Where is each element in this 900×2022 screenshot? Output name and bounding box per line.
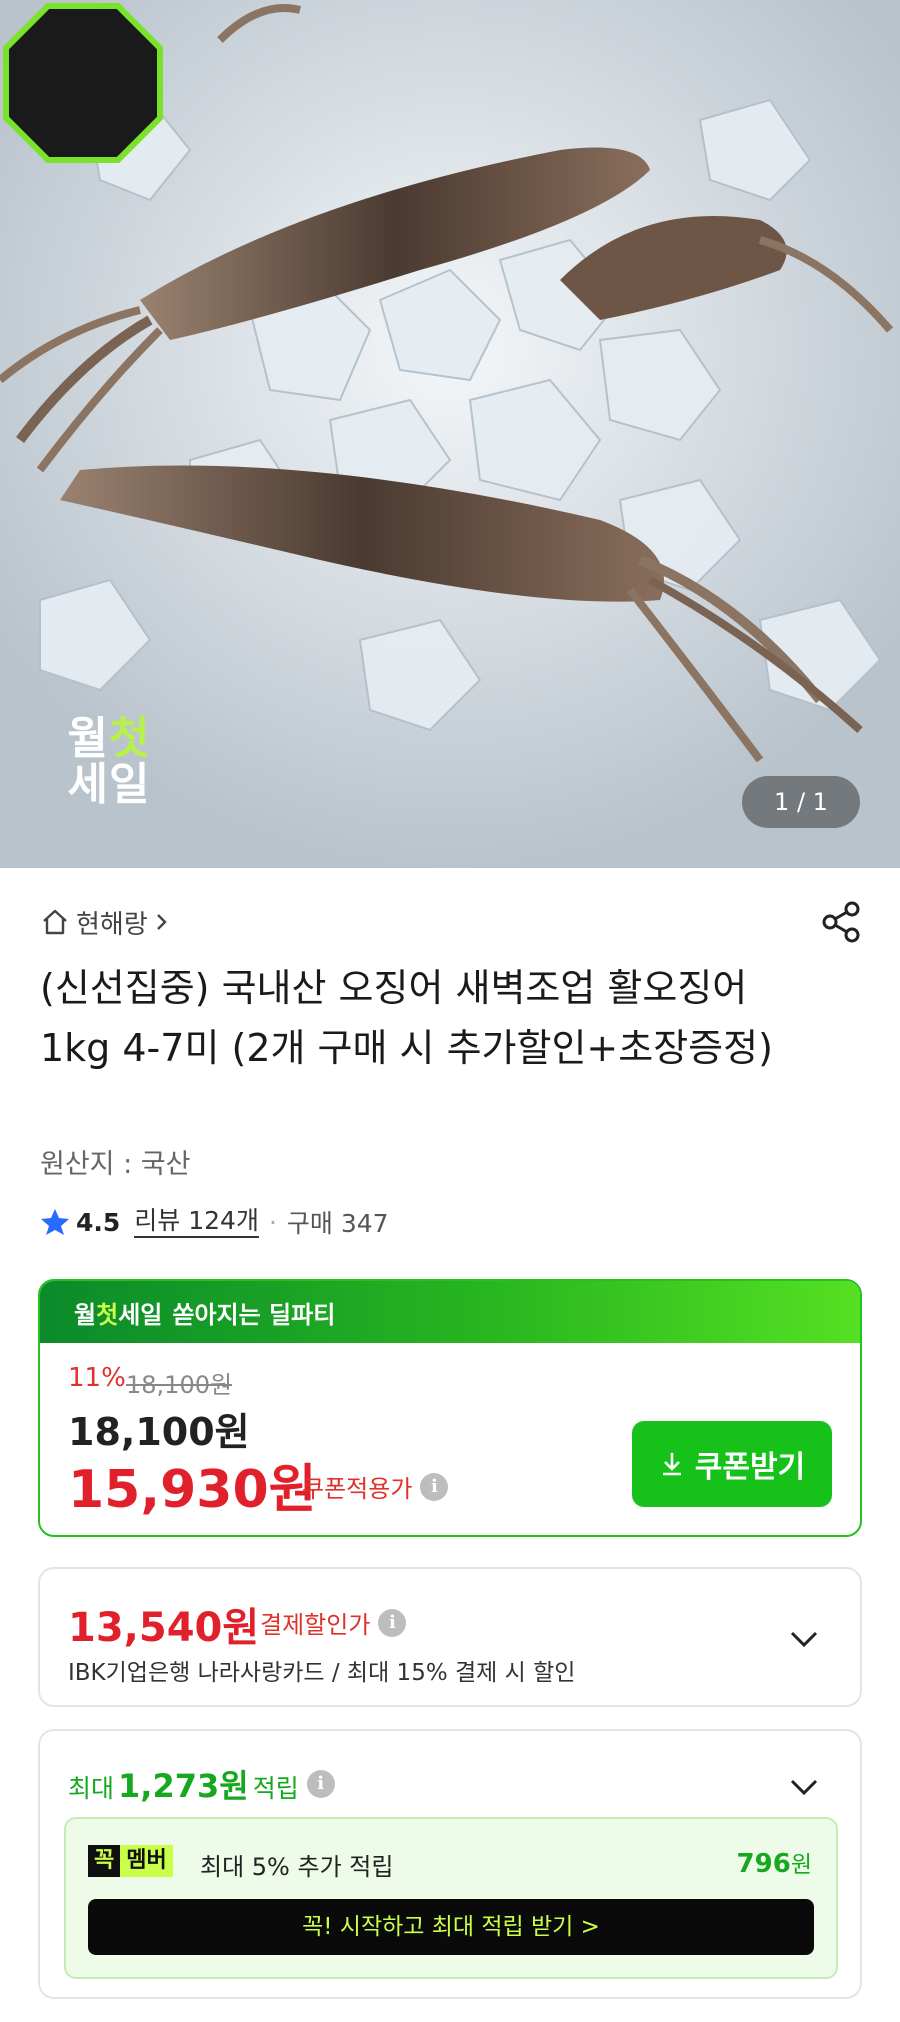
discount-percent: 11% [68, 1363, 126, 1393]
member-points-amount: 796원 [736, 1849, 812, 1879]
badge-text-sale: 세일 [67, 759, 151, 810]
member-badge: 꼭 멤버 [88, 1845, 173, 1877]
deal-header: 월 첫 세일 쏟아지는 딜파티 [40, 1281, 860, 1343]
chevron-right-icon [156, 914, 167, 930]
get-coupon-label: 쿠폰받기 [694, 1450, 806, 1485]
share-icon[interactable] [820, 900, 864, 944]
info-icon[interactable]: i [420, 1472, 449, 1501]
chevron-down-icon[interactable] [786, 1621, 822, 1657]
card-discount-section[interactable]: 13,540원 결제할인가 i IBK기업은행 나라사랑카드 / 최대 15% … [38, 1567, 862, 1707]
monthly-first-sale-badge [3, 3, 163, 163]
deal-box: 월 첫 세일 쏟아지는 딜파티 11% 18,100원 18,100원 15,930… [38, 1279, 862, 1537]
start-member-button[interactable]: 꼭! 시작하고 최대 적립 받기 > [88, 1899, 814, 1955]
badge-text-first: 첫 [109, 713, 151, 764]
card-discount-description: IBK기업은행 나라사랑카드 / 최대 15% 결제 시 할인 [68, 1660, 576, 1686]
info-icon[interactable]: i [306, 1770, 335, 1798]
separator-dot: · [268, 1207, 277, 1237]
coupon-price-label: 쿠폰적용가 i [302, 1469, 449, 1504]
rating-row: 4.5 리뷰 124개 · 구매 347 [40, 1204, 389, 1240]
rating-score: 4.5 [76, 1207, 121, 1237]
chevron-down-icon[interactable] [786, 1769, 822, 1805]
points-suffix: 적립 [252, 1774, 299, 1803]
product-origin: 원산지 : 국산 [40, 1149, 191, 1180]
member-extra-points-text: 최대 5% 추가 적립 [200, 1853, 394, 1881]
deal-header-month: 월 [74, 1300, 97, 1329]
purchase-count: 구매 347 [286, 1209, 389, 1238]
badge-text-month: 월 [67, 713, 109, 764]
max-points: 최대 1,273원 적립 i [68, 1761, 335, 1807]
download-icon [662, 1453, 681, 1476]
card-discount-price: 13,540원 [68, 1605, 260, 1651]
card-discount-label: 결제할인가 i [260, 1605, 407, 1640]
points-amount: 1,273원 [118, 1767, 249, 1805]
review-link[interactable]: 리뷰 124개 [134, 1206, 259, 1238]
product-image[interactable]: 월첫 세일 1 / 1 [0, 0, 900, 868]
deal-header-party: 쏟아지는 딜파티 [172, 1300, 336, 1329]
get-coupon-button[interactable]: 쿠폰받기 [632, 1421, 832, 1507]
badge-text: 월첫 세일 [26, 716, 192, 808]
seller-name: 현해랑 [76, 909, 148, 940]
home-icon [43, 909, 67, 935]
points-section: 최대 1,273원 적립 i 꼭 멤버 최대 5% 추가 적립 796원 꼭! 시… [38, 1729, 862, 1999]
member-badge-member: 멤버 [120, 1845, 173, 1877]
member-badge-kkok: 꼭 [88, 1845, 121, 1877]
member-promo: 꼭 멤버 최대 5% 추가 적립 796원 꼭! 시작하고 최대 적립 받기 > [64, 1817, 838, 1979]
info-icon[interactable]: i [378, 1608, 407, 1637]
image-counter: 1 / 1 [742, 776, 860, 828]
coupon-price: 15,930원 [68, 1460, 317, 1520]
deal-header-first: 첫 [96, 1300, 119, 1329]
card-discount-label-text: 결제할인가 [260, 1611, 371, 1639]
deal-header-sale: 세일 [118, 1300, 163, 1329]
product-title: (신선집중) 국내산 오징어 새벽조업 활오징어 1kg 4-7미 (2개 구매… [40, 966, 773, 1070]
points-prefix: 최대 [68, 1774, 115, 1803]
star-icon [41, 1209, 69, 1235]
seller-link[interactable]: 현해랑 [40, 904, 178, 940]
original-price: 18,100원 [126, 1371, 233, 1399]
coupon-price-label-text: 쿠폰적용가 [302, 1475, 413, 1503]
